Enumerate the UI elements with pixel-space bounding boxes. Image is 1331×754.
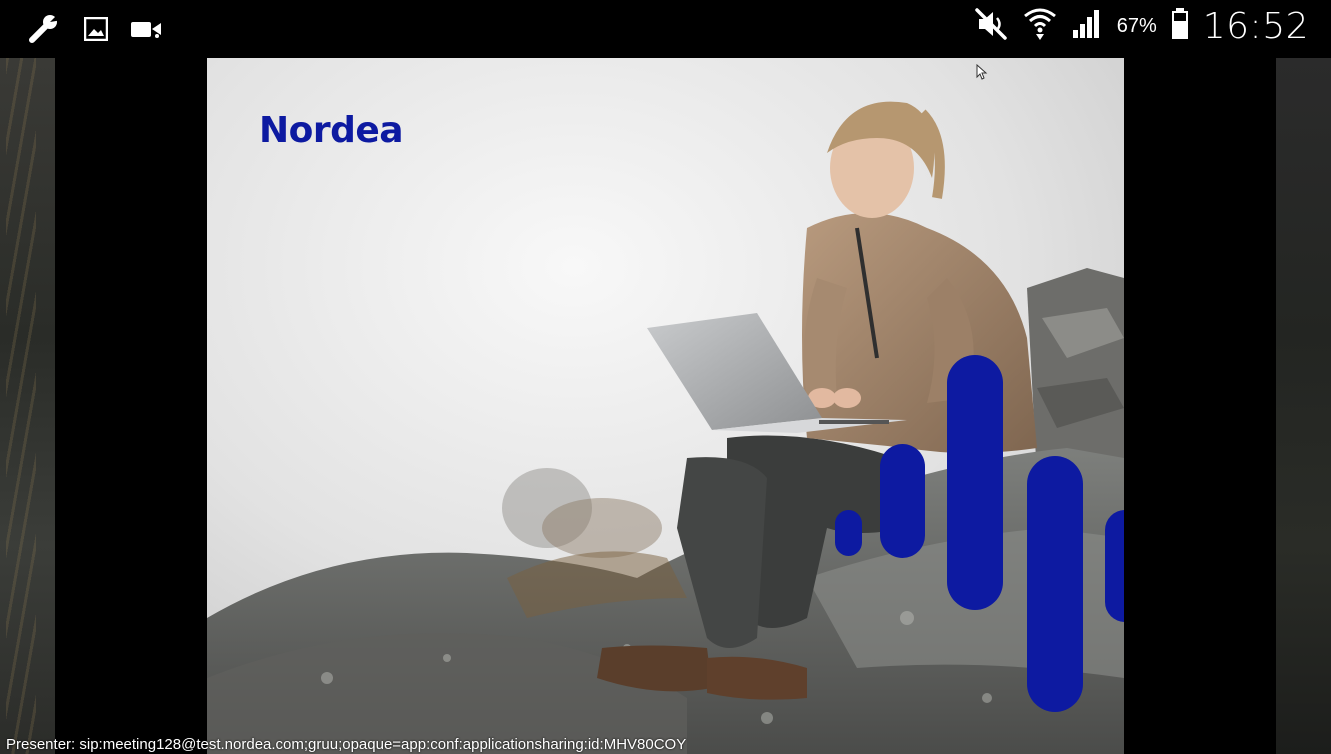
slide-photo [207, 58, 1124, 754]
background-right-strip [1276, 58, 1331, 754]
battery-icon [1171, 8, 1189, 45]
wrench-icon [28, 14, 62, 49]
signal-icon [1071, 8, 1103, 45]
status-bar-right: 67% 16:52 [973, 6, 1309, 47]
wifi-icon [1023, 6, 1057, 47]
mouse-cursor-icon [976, 63, 988, 85]
mute-icon [973, 6, 1009, 47]
screen: 67% 16:52 Nordea Presenter: sip:meeting1… [0, 0, 1331, 754]
shared-slide[interactable]: Nordea [207, 58, 1124, 754]
status-bar-left [28, 14, 162, 49]
video-icon [130, 19, 162, 44]
clock: 16:52 [1202, 6, 1309, 47]
background-left-strip [0, 58, 55, 754]
status-bar: 67% 16:52 [0, 0, 1331, 58]
image-icon [83, 16, 109, 46]
nordea-logo: Nordea [259, 110, 404, 151]
battery-percent: 67% [1116, 15, 1157, 37]
presenter-caption: Presenter: sip:meeting128@test.nordea.co… [6, 736, 687, 753]
